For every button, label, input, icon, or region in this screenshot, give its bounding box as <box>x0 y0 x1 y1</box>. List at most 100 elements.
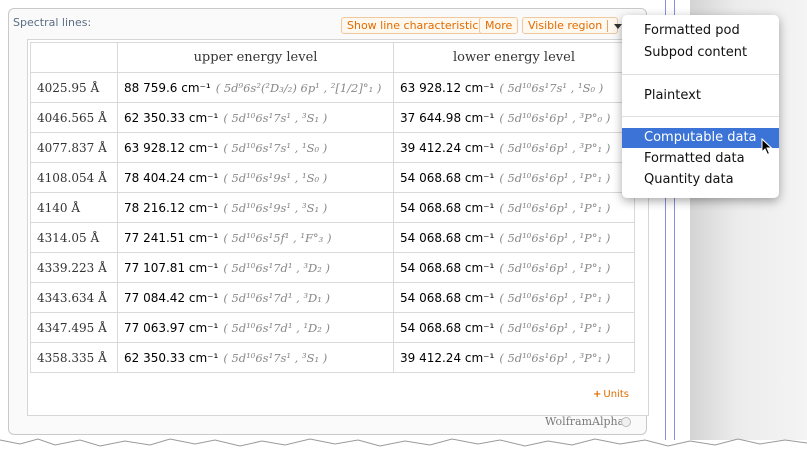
upper-energy-value: 63 928.12 cm⁻¹ <box>124 140 219 155</box>
lower-energy-value: 54 068.68 cm⁻¹ <box>400 200 495 215</box>
lower-energy-value: 54 068.68 cm⁻¹ <box>400 170 495 185</box>
lower-energy-cell: 54 068.68 cm⁻¹ ( 5d¹⁰6s¹6p¹ , ¹P°₁ ) <box>393 192 635 223</box>
upper-energy-value: 77 063.97 cm⁻¹ <box>124 320 219 335</box>
upper-configuration: ( 5d¹⁰6s¹7d¹ , ³D₁ ) <box>223 290 331 305</box>
lower-energy-cell: 63 928.12 cm⁻¹ ( 5d¹⁰6s¹7s¹ , ¹S₀ ) <box>393 72 635 103</box>
table-header-corner <box>30 42 118 73</box>
table-row: 4314.05 Å 77 241.51 cm⁻¹ ( 5d¹⁰6s¹5f¹ , ¹F… <box>30 222 635 253</box>
more-button[interactable]: More <box>479 17 519 34</box>
menu-item-subpod-content[interactable]: Subpod content <box>622 43 779 63</box>
upper-energy-cell: 77 063.97 cm⁻¹ ( 5d¹⁰6s¹7d¹ , ¹D₂ ) <box>117 312 394 343</box>
wavelength-cell: 4347.495 Å <box>30 312 118 343</box>
menu-item-formatted-pod[interactable]: Formatted pod <box>622 21 779 41</box>
menu-item-plaintext[interactable]: Plaintext <box>622 86 779 106</box>
upper-energy-value: 77 084.42 cm⁻¹ <box>124 290 219 305</box>
wavelength-cell: 4046.565 Å <box>30 102 118 133</box>
lower-configuration: ( 5d¹⁰6s¹7s¹ , ¹S₀ ) <box>499 80 604 95</box>
wavelength-cell: 4025.95 Å <box>30 72 118 103</box>
upper-energy-cell: 63 928.12 cm⁻¹ ( 5d¹⁰6s¹7s¹ , ¹S₀ ) <box>117 132 394 163</box>
upper-energy-cell: 78 216.12 cm⁻¹ ( 5d¹⁰6s¹9s¹ , ³S₁ ) <box>117 192 394 223</box>
lower-energy-cell: 39 412.24 cm⁻¹ ( 5d¹⁰6s¹6p¹ , ³P°₁ ) <box>393 132 635 163</box>
wavelength-cell: 4077.837 Å <box>30 132 118 163</box>
upper-energy-value: 78 404.24 cm⁻¹ <box>124 170 219 185</box>
lower-energy-cell: 54 068.68 cm⁻¹ ( 5d¹⁰6s¹6p¹ , ¹P°₁ ) <box>393 252 635 283</box>
upper-configuration: ( 5d¹⁰6s¹9s¹ , ¹S₀ ) <box>223 170 328 185</box>
wavelength-cell: 4358.335 Å <box>30 342 118 373</box>
units-link[interactable]: + Units <box>593 389 629 400</box>
upper-energy-value: 62 350.33 cm⁻¹ <box>124 110 219 125</box>
dropdown-separator <box>607 20 609 32</box>
lower-configuration: ( 5d¹⁰6s¹6p¹ , ¹P°₁ ) <box>499 260 611 275</box>
upper-configuration: ( 5d¹⁰6s¹7d¹ , ³D₂ ) <box>223 260 331 275</box>
upper-energy-cell: 62 350.33 cm⁻¹ ( 5d¹⁰6s¹7s¹ , ³S₁ ) <box>117 342 394 373</box>
wavelength-cell: 4314.05 Å <box>30 222 118 253</box>
plus-icon: + <box>593 389 602 400</box>
table-header-upper: upper energy level <box>117 42 394 73</box>
upper-energy-value: 88 759.6 cm⁻¹ <box>124 80 211 95</box>
lower-energy-value: 39 412.24 cm⁻¹ <box>400 350 495 365</box>
upper-configuration: ( 5d¹⁰6s¹7s¹ , ¹S₀ ) <box>223 140 328 155</box>
upper-configuration: ( 5d¹⁰6s¹7s¹ , ³S₁ ) <box>223 110 328 125</box>
units-label: Units <box>603 389 629 400</box>
lower-energy-cell: 54 068.68 cm⁻¹ ( 5d¹⁰6s¹6p¹ , ¹P°₁ ) <box>393 162 635 193</box>
wavelength-cell: 4108.054 Å <box>30 162 118 193</box>
menu-separator <box>622 116 779 117</box>
table-row: 4347.495 Å 77 063.97 cm⁻¹ ( 5d¹⁰6s¹7d¹ , ¹… <box>30 312 635 343</box>
wavelength-cell: 4140 Å <box>30 192 118 223</box>
upper-energy-cell: 77 084.42 cm⁻¹ ( 5d¹⁰6s¹7d¹ , ³D₁ ) <box>117 282 394 313</box>
info-icon[interactable] <box>621 417 631 427</box>
lower-energy-value: 63 928.12 cm⁻¹ <box>400 80 495 95</box>
wavelength-cell: 4343.634 Å <box>30 282 118 313</box>
upper-energy-value: 62 350.33 cm⁻¹ <box>124 350 219 365</box>
lower-configuration: ( 5d¹⁰6s¹6p¹ , ³P°₀ ) <box>499 110 611 125</box>
lower-energy-value: 39 412.24 cm⁻¹ <box>400 140 495 155</box>
lower-configuration: ( 5d¹⁰6s¹6p¹ , ¹P°₁ ) <box>499 200 611 215</box>
lower-configuration: ( 5d¹⁰6s¹6p¹ , ¹P°₁ ) <box>499 170 611 185</box>
lower-energy-value: 54 068.68 cm⁻¹ <box>400 320 495 335</box>
upper-energy-value: 77 241.51 cm⁻¹ <box>124 230 219 245</box>
visible-region-label: Visible region <box>528 19 603 32</box>
show-line-characteristics-button[interactable]: Show line characteristics <box>341 17 491 34</box>
lower-configuration: ( 5d¹⁰6s¹6p¹ , ¹P°₁ ) <box>499 290 611 305</box>
visible-region-dropdown[interactable]: Visible region <box>522 17 623 34</box>
mouse-pointer-icon <box>761 138 773 156</box>
lower-energy-cell: 54 068.68 cm⁻¹ ( 5d¹⁰6s¹6p¹ , ¹P°₁ ) <box>393 222 635 253</box>
menu-separator <box>622 74 779 75</box>
table-row: 4025.95 Å 88 759.6 cm⁻¹ ( 5d⁹6s²(²D₃/₂) 6p… <box>30 72 635 103</box>
table-row: 4343.634 Å 77 084.42 cm⁻¹ ( 5d¹⁰6s¹7d¹ , ³… <box>30 282 635 313</box>
table-row: 4046.565 Å 62 350.33 cm⁻¹ ( 5d¹⁰6s¹7s¹ , ³… <box>30 102 635 133</box>
lower-configuration: ( 5d¹⁰6s¹6p¹ , ³P°₁ ) <box>499 140 611 155</box>
spectral-lines-table: upper energy level lower energy level 40… <box>30 42 635 373</box>
upper-configuration: ( 5d¹⁰6s¹7d¹ , ¹D₂ ) <box>223 320 331 335</box>
lower-energy-cell: 54 068.68 cm⁻¹ ( 5d¹⁰6s¹6p¹ , ¹P°₁ ) <box>393 282 635 313</box>
lower-configuration: ( 5d¹⁰6s¹6p¹ , ¹P°₁ ) <box>499 230 611 245</box>
wavelength-cell: 4339.223 Å <box>30 252 118 283</box>
upper-energy-value: 77 107.81 cm⁻¹ <box>124 260 219 275</box>
torn-paper-edge <box>0 438 807 458</box>
lower-energy-cell: 39 412.24 cm⁻¹ ( 5d¹⁰6s¹6p¹ , ³P°₁ ) <box>393 342 635 373</box>
wolframalpha-brand: WolframAlpha <box>545 415 625 428</box>
lower-energy-cell: 37 644.98 cm⁻¹ ( 5d¹⁰6s¹6p¹ , ³P°₀ ) <box>393 102 635 133</box>
table-row: 4140 Å 78 216.12 cm⁻¹ ( 5d¹⁰6s¹9s¹ , ³S₁ )… <box>30 192 635 223</box>
lower-energy-value: 54 068.68 cm⁻¹ <box>400 290 495 305</box>
upper-configuration: ( 5d¹⁰6s¹5f¹ , ¹F°₃ ) <box>223 230 332 245</box>
table-row: 4358.335 Å 62 350.33 cm⁻¹ ( 5d¹⁰6s¹7s¹ , ³… <box>30 342 635 373</box>
menu-item-computable-data[interactable]: Computable data <box>622 128 779 148</box>
lower-energy-value: 54 068.68 cm⁻¹ <box>400 260 495 275</box>
lower-configuration: ( 5d¹⁰6s¹6p¹ , ³P°₁ ) <box>499 350 611 365</box>
lower-configuration: ( 5d¹⁰6s¹6p¹ , ¹P°₁ ) <box>499 320 611 335</box>
lower-energy-value: 37 644.98 cm⁻¹ <box>400 110 495 125</box>
table-header-lower: lower energy level <box>393 42 635 73</box>
pod-title: Spectral lines: <box>13 16 92 29</box>
upper-energy-cell: 77 107.81 cm⁻¹ ( 5d¹⁰6s¹7d¹ , ³D₂ ) <box>117 252 394 283</box>
menu-item-quantity-data[interactable]: Quantity data <box>622 170 779 190</box>
lower-energy-cell: 54 068.68 cm⁻¹ ( 5d¹⁰6s¹6p¹ , ¹P°₁ ) <box>393 312 635 343</box>
upper-energy-value: 78 216.12 cm⁻¹ <box>124 200 219 215</box>
menu-item-formatted-data[interactable]: Formatted data <box>622 149 779 169</box>
upper-energy-cell: 88 759.6 cm⁻¹ ( 5d⁹6s²(²D₃/₂) 6p¹ , ²[1/2… <box>117 72 394 103</box>
upper-configuration: ( 5d¹⁰6s¹9s¹ , ³S₁ ) <box>223 200 328 215</box>
upper-configuration: ( 5d¹⁰6s¹7s¹ , ³S₁ ) <box>223 350 328 365</box>
upper-energy-cell: 62 350.33 cm⁻¹ ( 5d¹⁰6s¹7s¹ , ³S₁ ) <box>117 102 394 133</box>
context-menu: Formatted pod Subpod content Plaintext C… <box>622 15 779 198</box>
lower-energy-value: 54 068.68 cm⁻¹ <box>400 230 495 245</box>
